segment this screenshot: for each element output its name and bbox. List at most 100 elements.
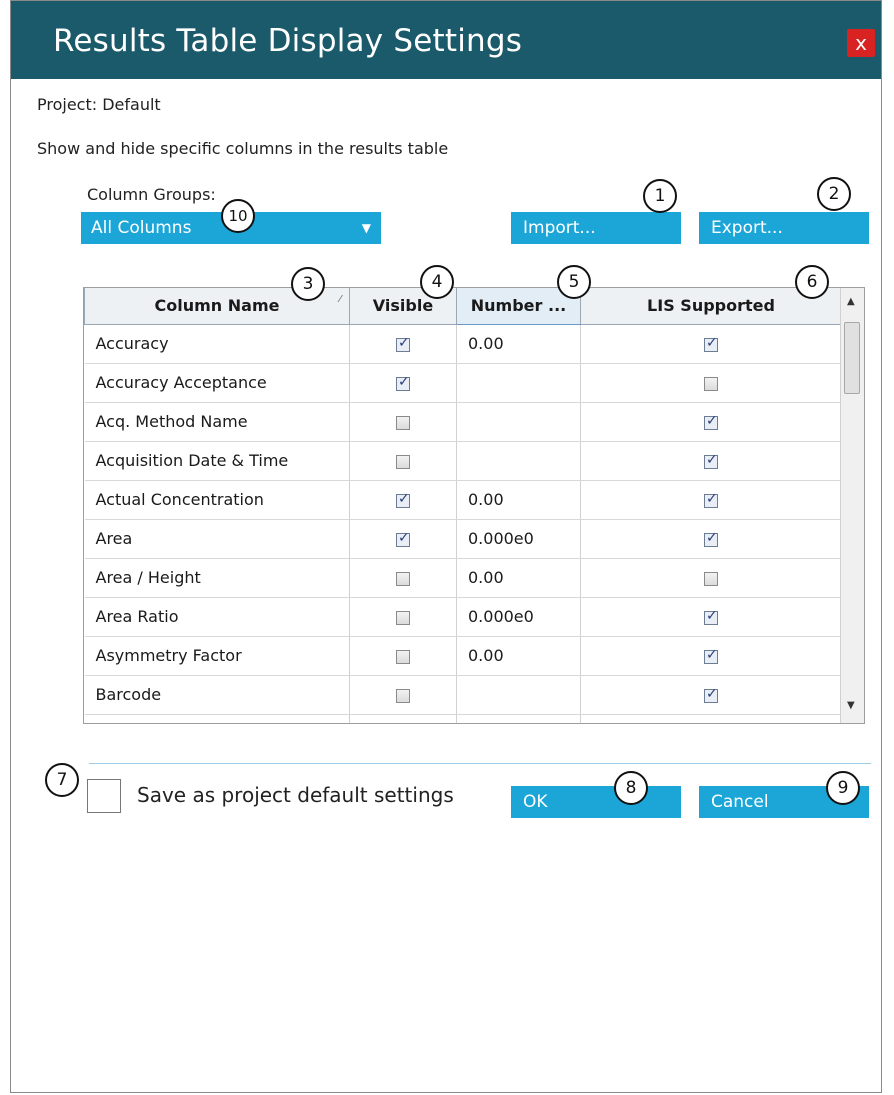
row-column-name: Area / Height: [84, 558, 350, 598]
chevron-down-icon: ▼: [361, 221, 371, 235]
table-row: Acquisition Date & Time: [84, 441, 842, 481]
row-column-name: Actual Concentration: [84, 480, 350, 520]
number-format-cell[interactable]: [456, 441, 581, 481]
visible-cell: [349, 519, 457, 559]
callout-marker: 9: [826, 771, 860, 805]
number-format-cell[interactable]: 0.000e0: [456, 597, 581, 637]
column-groups-selected: All Columns: [91, 218, 192, 238]
import-button[interactable]: Import...: [511, 212, 681, 244]
lis-cell: [580, 363, 842, 403]
lis-supported-checkbox[interactable]: [704, 530, 718, 547]
callout-marker: 5: [557, 265, 591, 299]
lis-supported-checkbox[interactable]: [704, 686, 718, 703]
visible-checkbox[interactable]: [396, 610, 410, 625]
visible-checkbox[interactable]: [396, 649, 410, 664]
lis-cell: [580, 597, 842, 637]
title-bar: Results Table Display Settings x: [11, 1, 881, 79]
arrow-up-icon[interactable]: ▲: [847, 296, 855, 307]
lis-supported-checkbox[interactable]: [704, 376, 718, 391]
callout-marker: 1: [643, 179, 677, 213]
divider: [89, 763, 871, 764]
visible-checkbox[interactable]: [396, 374, 410, 391]
row-column-name: Accuracy: [84, 324, 350, 364]
callout-marker: 4: [420, 265, 454, 299]
save-default-checkbox[interactable]: [87, 779, 121, 813]
visible-checkbox[interactable]: [396, 688, 410, 703]
lis-cell: [580, 519, 842, 559]
callout-marker: 3: [291, 267, 325, 301]
columns-table: Column Name ⁄ Visible Number ... LIS Supp…: [83, 287, 865, 724]
table-row: Acq. Method Name: [84, 402, 842, 442]
number-format-cell[interactable]: [456, 675, 581, 715]
visible-checkbox[interactable]: [396, 571, 410, 586]
lis-cell: [580, 558, 842, 598]
visible-checkbox[interactable]: [396, 530, 410, 547]
visible-cell: [349, 363, 457, 403]
visible-cell: [349, 402, 457, 442]
lis-supported-checkbox[interactable]: [704, 571, 718, 586]
table-row: Asymmetry Factor 0.00: [84, 636, 842, 676]
table-row: Area / Height 0.00: [84, 558, 842, 598]
row-column-name: Barcode: [84, 675, 350, 715]
visible-cell: [349, 636, 457, 676]
table-row: Baseline Delta / Height 0.000e0: [84, 714, 842, 723]
lis-supported-checkbox[interactable]: [704, 491, 718, 508]
ok-button[interactable]: OK: [511, 786, 681, 818]
number-format-cell[interactable]: 0.00: [456, 324, 581, 364]
number-format-cell[interactable]: [456, 402, 581, 442]
visible-cell: [349, 441, 457, 481]
row-column-name: Acquisition Date & Time: [84, 441, 350, 481]
lis-cell: [580, 714, 842, 723]
column-groups-label: Column Groups:: [87, 185, 216, 204]
visible-cell: [349, 675, 457, 715]
scrollbar-thumb[interactable]: [844, 322, 860, 394]
number-format-cell[interactable]: 0.00: [456, 480, 581, 520]
dialog-title: Results Table Display Settings: [53, 23, 523, 59]
arrow-down-icon[interactable]: ▼: [847, 700, 855, 711]
number-format-cell[interactable]: 0.00: [456, 636, 581, 676]
vertical-scrollbar[interactable]: ▲ ▼: [840, 288, 864, 723]
lis-cell: [580, 324, 842, 364]
row-column-name: Area Ratio: [84, 597, 350, 637]
visible-cell: [349, 558, 457, 598]
visible-checkbox[interactable]: [396, 415, 410, 430]
callout-marker: 6: [795, 265, 829, 299]
number-format-cell[interactable]: 0.000e0: [456, 714, 581, 723]
lis-supported-checkbox[interactable]: [704, 413, 718, 430]
visible-cell: [349, 324, 457, 364]
lis-cell: [580, 636, 842, 676]
close-icon: x: [855, 31, 867, 55]
close-button[interactable]: x: [847, 29, 875, 57]
number-format-cell[interactable]: 0.00: [456, 558, 581, 598]
lis-cell: [580, 441, 842, 481]
table-row: Accuracy Acceptance: [84, 363, 842, 403]
lis-cell: [580, 675, 842, 715]
lis-cell: [580, 402, 842, 442]
visible-checkbox[interactable]: [396, 491, 410, 508]
export-button[interactable]: Export...: [699, 212, 869, 244]
row-column-name: Area: [84, 519, 350, 559]
row-column-name: Baseline Delta / Height: [84, 714, 350, 723]
lis-cell: [580, 480, 842, 520]
number-format-cell[interactable]: [456, 363, 581, 403]
lis-supported-checkbox[interactable]: [704, 452, 718, 469]
callout-marker: 7: [45, 763, 79, 797]
lis-supported-checkbox[interactable]: [704, 608, 718, 625]
row-column-name: Accuracy Acceptance: [84, 363, 350, 403]
visible-cell: [349, 480, 457, 520]
lis-supported-checkbox[interactable]: [704, 335, 718, 352]
save-default-label: Save as project default settings: [137, 783, 454, 807]
visible-cell: [349, 714, 457, 723]
lis-supported-checkbox[interactable]: [704, 647, 718, 664]
table-row: Area Ratio 0.000e0: [84, 597, 842, 637]
visible-checkbox[interactable]: [396, 335, 410, 352]
visible-cell: [349, 597, 457, 637]
number-format-cell[interactable]: 0.000e0: [456, 519, 581, 559]
sort-icon: ⁄: [339, 294, 341, 305]
table-row: Barcode: [84, 675, 842, 715]
table-row: Actual Concentration 0.00: [84, 480, 842, 520]
callout-marker: 2: [817, 177, 851, 211]
callout-marker: 10: [221, 199, 255, 233]
visible-checkbox[interactable]: [396, 454, 410, 469]
description-text: Show and hide specific columns in the re…: [37, 139, 449, 158]
